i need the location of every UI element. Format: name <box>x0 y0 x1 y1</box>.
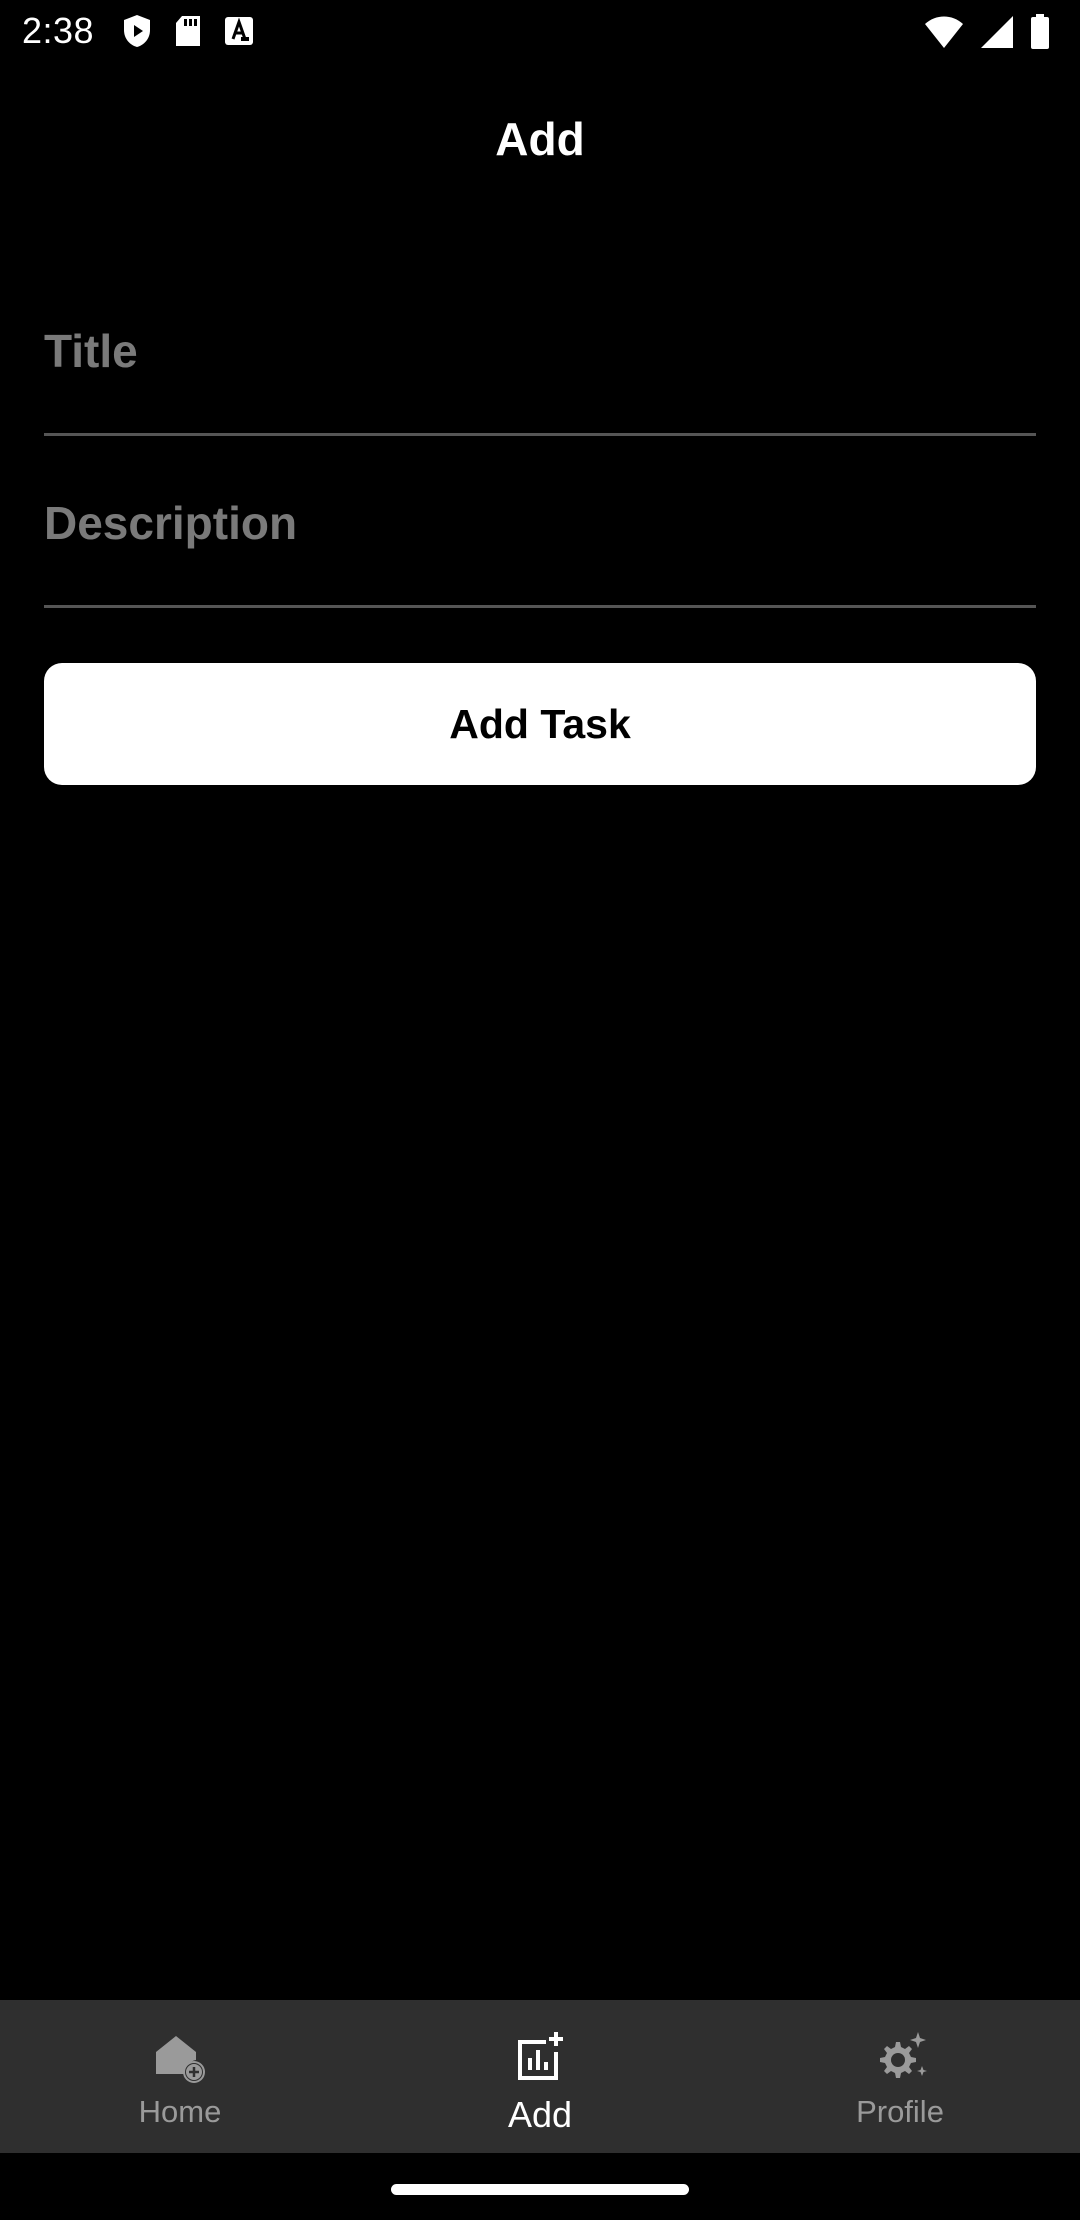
description-field-container <box>44 484 1036 608</box>
sd-card-icon <box>174 15 202 47</box>
status-bar: 2:38 <box>0 0 1080 66</box>
home-add-icon <box>152 2030 208 2086</box>
wifi-icon <box>924 15 964 49</box>
add-task-button[interactable]: Add Task <box>44 663 1036 785</box>
status-time: 2:38 <box>22 10 95 51</box>
nav-item-profile[interactable]: Profile <box>720 2000 1080 2153</box>
nav-item-home[interactable]: Home <box>0 2000 360 2153</box>
nav-label-profile: Profile <box>856 2094 944 2129</box>
text-a-icon <box>224 16 254 46</box>
nav-label-home: Home <box>138 2094 222 2129</box>
shield-play-icon <box>122 14 152 48</box>
bottom-nav: Home Add Profile <box>0 2000 1080 2153</box>
settings-sparkle-icon <box>870 2030 930 2086</box>
nav-item-add[interactable]: Add <box>360 2000 720 2153</box>
gesture-area <box>0 2153 1080 2220</box>
gesture-handle[interactable] <box>391 2184 689 2195</box>
page-title: Add <box>495 113 585 165</box>
title-field-container <box>44 312 1036 436</box>
status-icons-right <box>924 14 1050 50</box>
description-input[interactable] <box>44 492 1036 554</box>
status-icons-left <box>122 14 254 48</box>
cell-signal-icon <box>980 15 1014 49</box>
add-chart-icon <box>512 2030 568 2086</box>
title-input[interactable] <box>44 320 1036 382</box>
battery-icon <box>1030 14 1050 50</box>
nav-label-add: Add <box>507 2094 573 2135</box>
